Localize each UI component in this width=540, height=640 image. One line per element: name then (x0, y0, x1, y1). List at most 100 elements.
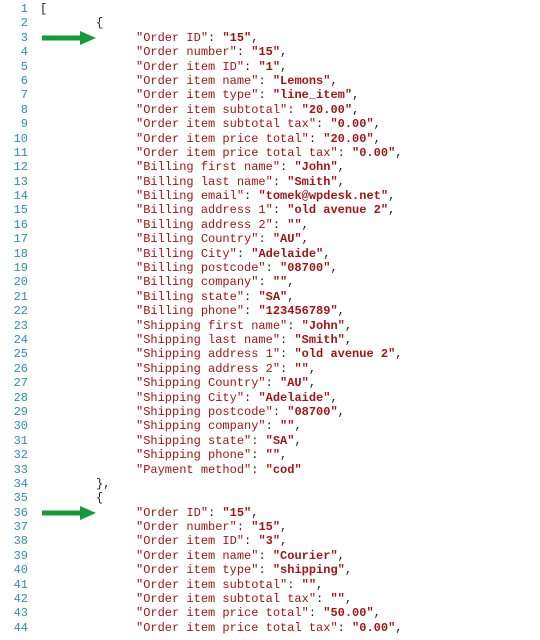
json-key: Billing last name (143, 175, 265, 189)
code-line: "Order item type": "line_item", (40, 88, 540, 102)
line-number: 7 (2, 88, 28, 102)
json-key: Order ID (143, 506, 201, 520)
json-value: 0.00 (359, 146, 388, 160)
json-value: 50.00 (330, 606, 366, 620)
line-number: 18 (2, 247, 28, 261)
code-line: "Shipping company": "", (40, 419, 540, 433)
json-value: 15 (230, 31, 244, 45)
json-value: AU (280, 232, 294, 246)
code-line: "Order item ID": "3", (40, 534, 540, 548)
json-value: 20.00 (330, 132, 366, 146)
line-number: 15 (2, 203, 28, 217)
line-number: 13 (2, 175, 28, 189)
code-line: "Shipping last name": "Smith", (40, 333, 540, 347)
code-line: "Shipping phone": "", (40, 448, 540, 462)
line-number: 3 (2, 31, 28, 45)
json-value: tomek@wpdesk.net (266, 189, 381, 203)
line-number: 27 (2, 376, 28, 390)
line-number: 21 (2, 290, 28, 304)
line-number: 44 (2, 621, 28, 635)
json-key: Order item subtotal tax (143, 592, 309, 606)
json-key: Shipping Country (143, 376, 258, 390)
code-line: "Order number": "15", (40, 520, 540, 534)
json-value: 15 (230, 506, 244, 520)
line-number: 11 (2, 146, 28, 160)
code-line: "Order item price total": "50.00", (40, 606, 540, 620)
json-value: John (309, 319, 338, 333)
json-key: Order item subtotal (143, 103, 280, 117)
json-key: Order item price total tax (143, 146, 330, 160)
json-key: Billing email (143, 189, 237, 203)
json-key: Shipping address 1 (143, 347, 273, 361)
json-key: Shipping address 2 (143, 362, 273, 376)
code-line: "Order item price total": "20.00", (40, 132, 540, 146)
json-value: AU (287, 376, 301, 390)
json-value: cod (273, 463, 295, 477)
code-line: [ (40, 2, 540, 16)
json-punct: { (96, 491, 103, 505)
line-number: 22 (2, 304, 28, 318)
json-value: old avenue 2 (302, 347, 388, 361)
line-number: 43 (2, 606, 28, 620)
json-key: Order item price total tax (143, 621, 330, 635)
code-line: "Order item subtotal": "20.00", (40, 103, 540, 117)
line-number: 5 (2, 60, 28, 74)
line-number: 28 (2, 391, 28, 405)
highlight-arrow-icon (42, 31, 96, 45)
line-number: 32 (2, 448, 28, 462)
line-number: 24 (2, 333, 28, 347)
line-number: 9 (2, 117, 28, 131)
json-value: Adelaide (258, 247, 316, 261)
json-key: Order item name (143, 74, 251, 88)
code-editor: 1234567891011121314151617181920212223242… (0, 0, 540, 640)
code-line: { (40, 491, 540, 505)
code-line: "Billing City": "Adelaide", (40, 247, 540, 261)
code-line: "Shipping City": "Adelaide", (40, 391, 540, 405)
json-value: Lemons (280, 74, 323, 88)
json-key: Order item subtotal tax (143, 117, 309, 131)
code-line: "Billing Country": "AU", (40, 232, 540, 246)
line-number: 37 (2, 520, 28, 534)
highlight-arrow-icon (42, 506, 96, 520)
json-value: Smith (294, 175, 330, 189)
line-number: 2 (2, 16, 28, 30)
line-number: 23 (2, 319, 28, 333)
json-key: Billing state (143, 290, 237, 304)
json-punct: { (96, 16, 103, 30)
line-number: 33 (2, 463, 28, 477)
line-number: 12 (2, 160, 28, 174)
json-key: Billing Country (143, 232, 251, 246)
code-line: "Billing first name": "John", (40, 160, 540, 174)
code-line: "Shipping postcode": "08700", (40, 405, 540, 419)
json-key: Billing first name (143, 160, 273, 174)
json-punct: [ (40, 2, 47, 16)
line-number-gutter: 1234567891011121314151617181920212223242… (0, 0, 34, 640)
code-area[interactable]: [{"Order ID": "15","Order number": "15",… (34, 0, 540, 640)
json-value: 0.00 (359, 621, 388, 635)
code-line: "Shipping address 1": "old avenue 2", (40, 347, 540, 361)
line-number: 1 (2, 2, 28, 16)
line-number: 40 (2, 563, 28, 577)
json-key: Payment method (143, 463, 244, 477)
code-line: "Billing postcode": "08700", (40, 261, 540, 275)
code-line: "Billing company": "", (40, 275, 540, 289)
line-number: 41 (2, 578, 28, 592)
code-line: "Order ID": "15", (40, 506, 540, 520)
line-number: 17 (2, 232, 28, 246)
json-key: Billing address 1 (143, 203, 265, 217)
line-number: 6 (2, 74, 28, 88)
json-key: Shipping phone (143, 448, 244, 462)
line-number: 35 (2, 491, 28, 505)
code-line: "Order item type": "shipping", (40, 563, 540, 577)
json-key: Order item subtotal (143, 578, 280, 592)
json-key: Order number (143, 45, 229, 59)
code-line: "Billing phone": "123456789", (40, 304, 540, 318)
json-value: shipping (280, 563, 338, 577)
code-line: "Shipping first name": "John", (40, 319, 540, 333)
line-number: 31 (2, 434, 28, 448)
json-key: Billing company (143, 275, 251, 289)
json-punct: }, (96, 477, 110, 491)
code-line: "Order item price total tax": "0.00", (40, 146, 540, 160)
code-line: "Order item subtotal tax": "", (40, 592, 540, 606)
line-number: 10 (2, 132, 28, 146)
